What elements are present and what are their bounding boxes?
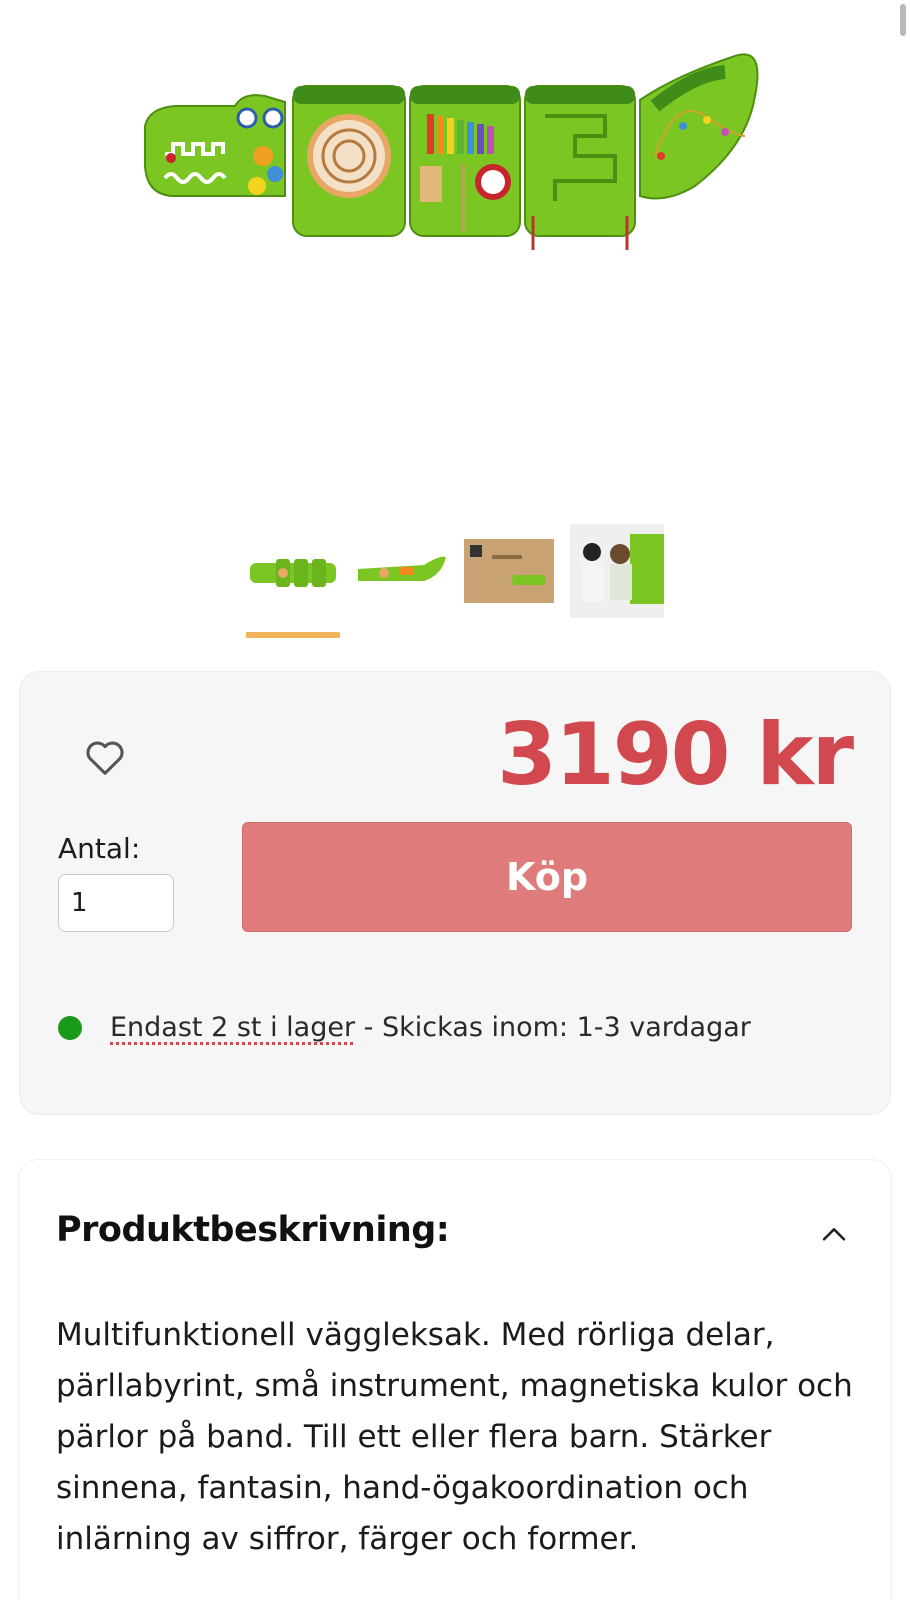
quantity-input[interactable] xyxy=(58,874,174,932)
purchase-box: 3190 kr Antal: Köp Endast 2 st i lager -… xyxy=(19,671,891,1115)
stock-indicator-dot xyxy=(58,1015,82,1040)
thumb-box-packaging[interactable] xyxy=(462,524,556,618)
quantity-label: Antal: xyxy=(58,832,141,865)
stock-quantity-link[interactable]: Endast 2 st i lager xyxy=(110,1012,355,1043)
thumb-crocodile-side[interactable] xyxy=(354,524,448,618)
price: 3190 kr xyxy=(497,705,854,805)
main-product-image xyxy=(0,0,910,500)
heart-icon[interactable] xyxy=(82,734,128,780)
thumb-children-playing[interactable] xyxy=(570,524,664,618)
stock-status: Endast 2 st i lager - Skickas inom: 1-3 … xyxy=(58,1012,751,1043)
thumbnail-strip xyxy=(0,524,910,638)
chevron-up-icon[interactable] xyxy=(817,1218,851,1252)
thumb-crocodile-front[interactable] xyxy=(246,524,340,638)
shipping-time: - Skickas inom: 1-3 vardagar xyxy=(355,1012,751,1043)
description-title: Produktbeskrivning: xyxy=(56,1210,450,1250)
thumb-crocodile-front-image xyxy=(250,559,336,587)
buy-button[interactable]: Köp xyxy=(242,822,852,932)
thumb-crocodile-side-image xyxy=(358,556,446,581)
description-text: Multifunktionell väggleksak. Med rörliga… xyxy=(56,1317,853,1557)
crocodile-wall-toy-image xyxy=(144,53,759,250)
thumb-box-packaging-image xyxy=(464,539,554,603)
description-card: Produktbeskrivning: Multifunktionell väg… xyxy=(19,1160,891,1600)
thumb-children-playing-image xyxy=(570,524,664,618)
